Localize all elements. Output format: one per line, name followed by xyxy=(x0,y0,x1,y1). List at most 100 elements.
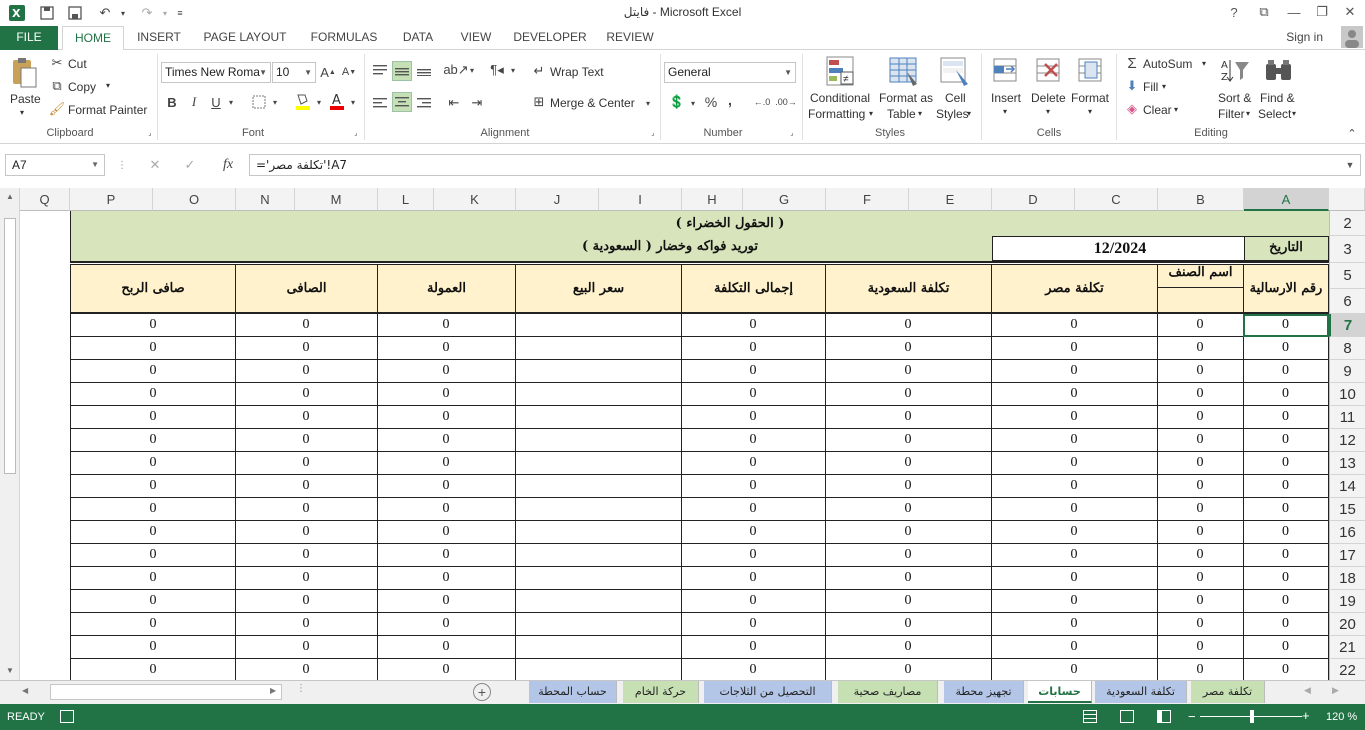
sheet-title[interactable]: ( الحقول الخضراء ) xyxy=(540,216,920,231)
table-cell[interactable]: 0 xyxy=(825,590,992,613)
zoom-level[interactable]: 120 % xyxy=(1326,711,1357,723)
table-cell[interactable]: 0 xyxy=(681,475,826,498)
sheet-tab-raw-movement[interactable]: حركة الخام xyxy=(623,681,699,703)
table-cell[interactable]: 0 xyxy=(825,498,992,521)
paste-button[interactable]: Paste xyxy=(10,92,41,106)
table-cell[interactable]: 0 xyxy=(991,314,1158,337)
table-cell[interactable] xyxy=(515,452,682,475)
conditional-formatting-label-1[interactable]: Conditional xyxy=(810,91,870,105)
table-cell[interactable]: 0 xyxy=(1243,544,1329,567)
table-cell[interactable]: 0 xyxy=(377,360,516,383)
align-left-icon[interactable] xyxy=(371,94,389,112)
underline-dropdown-icon[interactable]: ▾ xyxy=(226,96,236,108)
table-cell[interactable]: 0 xyxy=(825,383,992,406)
table-cell[interactable]: 0 xyxy=(681,383,826,406)
conditional-formatting-label-2[interactable]: Formatting xyxy=(808,107,865,121)
column-header-h[interactable]: H xyxy=(682,188,743,211)
table-cell[interactable]: 0 xyxy=(235,567,378,590)
table-cell[interactable]: 0 xyxy=(235,613,378,636)
table-cell[interactable]: 0 xyxy=(70,659,236,680)
zoom-in-icon[interactable]: + xyxy=(1302,708,1310,723)
vertical-scroll-thumb[interactable] xyxy=(4,218,16,474)
table-cell[interactable]: 0 xyxy=(70,613,236,636)
expand-formula-icon[interactable]: ▼ xyxy=(1343,158,1357,172)
insert-cells-button[interactable]: Insert xyxy=(991,91,1021,105)
table-cell[interactable]: 0 xyxy=(991,544,1158,567)
conditional-dropdown-icon[interactable]: ▾ xyxy=(869,109,873,118)
avatar[interactable] xyxy=(1341,26,1363,48)
table-cell[interactable]: 0 xyxy=(681,360,826,383)
date-value[interactable]: 12/2024 xyxy=(1060,240,1180,258)
table-cell[interactable] xyxy=(515,406,682,429)
table-cell[interactable]: 0 xyxy=(70,498,236,521)
table-cell[interactable]: 0 xyxy=(991,452,1158,475)
table-cell[interactable]: 0 xyxy=(235,544,378,567)
maximize-icon[interactable]: ❐ xyxy=(1308,2,1336,22)
table-cell[interactable]: 0 xyxy=(377,406,516,429)
zoom-slider-thumb[interactable] xyxy=(1250,710,1254,723)
table-cell[interactable]: 0 xyxy=(1243,590,1329,613)
table-cell[interactable] xyxy=(515,498,682,521)
table-cell[interactable] xyxy=(515,475,682,498)
table-cell[interactable]: 0 xyxy=(681,498,826,521)
table-cell[interactable]: 0 xyxy=(1157,452,1244,475)
wrap-text-icon[interactable]: ↵ xyxy=(531,63,547,79)
cell-styles-dropdown-icon[interactable]: ▾ xyxy=(967,109,971,118)
name-box[interactable]: A7 ▼ xyxy=(5,154,105,176)
table-cell[interactable]: 0 xyxy=(825,429,992,452)
header-cost-egypt[interactable]: تكلفة مصر xyxy=(991,264,1158,313)
copy-dropdown-icon[interactable]: ▾ xyxy=(106,81,110,90)
format-cells-icon[interactable] xyxy=(1077,56,1105,88)
paste-dropdown-icon[interactable]: ▾ xyxy=(20,108,24,117)
table-cell[interactable]: 0 xyxy=(235,452,378,475)
table-cell[interactable]: 0 xyxy=(70,360,236,383)
table-cell[interactable] xyxy=(515,521,682,544)
scroll-left-icon[interactable]: ◀ xyxy=(22,686,34,698)
column-header-a[interactable]: A xyxy=(1244,188,1329,211)
header-total-cost[interactable]: إجمالى التكلفة xyxy=(681,264,826,313)
sign-in-link[interactable]: Sign in xyxy=(1286,30,1323,44)
align-bottom-icon[interactable] xyxy=(415,61,433,79)
font-color-icon[interactable]: A xyxy=(328,92,346,110)
font-name-combo[interactable]: Times New Roma ▼ xyxy=(161,62,271,83)
table-cell[interactable]: 0 xyxy=(377,429,516,452)
column-header-n[interactable]: N xyxy=(236,188,295,211)
find-dropdown-icon[interactable]: ▾ xyxy=(1292,109,1296,118)
column-header-k[interactable]: K xyxy=(434,188,516,211)
align-middle-icon[interactable] xyxy=(392,61,412,81)
copy-icon[interactable]: ⧉ xyxy=(50,78,64,93)
table-cell[interactable]: 0 xyxy=(235,429,378,452)
table-cell[interactable]: 0 xyxy=(1157,613,1244,636)
cut-icon[interactable]: ✂ xyxy=(50,55,64,70)
autosum-button[interactable]: AutoSum xyxy=(1143,57,1192,71)
increase-decimal-icon[interactable]: ←.0 xyxy=(752,94,772,110)
copy-button[interactable]: Copy xyxy=(68,80,96,94)
header-item-name[interactable]: اسم الصنف xyxy=(1157,264,1244,288)
insert-cells-icon[interactable] xyxy=(992,56,1020,88)
table-cell[interactable]: 0 xyxy=(235,406,378,429)
row-header-9[interactable]: 9 xyxy=(1329,360,1365,383)
table-cell[interactable]: 0 xyxy=(1157,636,1244,659)
table-cell[interactable]: 0 xyxy=(377,636,516,659)
find-select-label-2[interactable]: Select xyxy=(1258,107,1291,121)
sheet-tab-cost-egypt[interactable]: تكلفة مصر xyxy=(1191,681,1265,703)
column-header-j[interactable]: J xyxy=(516,188,599,211)
column-header-p[interactable]: P xyxy=(70,188,153,211)
column-header-m[interactable]: M xyxy=(295,188,378,211)
format-dropdown-icon[interactable]: ▾ xyxy=(1088,107,1092,116)
table-cell[interactable]: 0 xyxy=(681,452,826,475)
tab-scroll-right-icon[interactable]: ▶ xyxy=(1332,685,1344,697)
find-select-label-1[interactable]: Find & xyxy=(1260,91,1295,105)
row-header-21[interactable]: 21 xyxy=(1329,636,1365,659)
sort-filter-label-1[interactable]: Sort & xyxy=(1218,91,1251,105)
scroll-right-icon[interactable]: ▶ xyxy=(270,686,282,698)
table-cell[interactable]: 0 xyxy=(991,406,1158,429)
table-cell[interactable]: 0 xyxy=(825,452,992,475)
underline-button[interactable]: U xyxy=(209,94,223,110)
percent-button[interactable]: % xyxy=(703,94,719,110)
table-cell[interactable]: 0 xyxy=(991,590,1158,613)
active-cell[interactable]: 0 xyxy=(1243,314,1329,337)
table-cell[interactable]: 0 xyxy=(1157,498,1244,521)
table-cell[interactable]: 0 xyxy=(825,337,992,360)
help-icon[interactable]: ? xyxy=(1220,2,1248,22)
